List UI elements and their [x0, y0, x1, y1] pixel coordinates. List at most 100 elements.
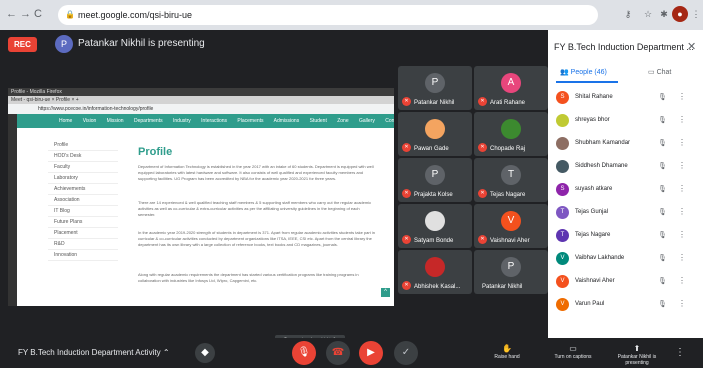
more-options-icon[interactable]: ⋮ [678, 138, 686, 147]
meeting-title: FY B.Tech Induction Department Activity [18, 348, 161, 357]
more-options-icon[interactable]: ⋮ [678, 253, 686, 262]
tab-chat[interactable]: ▭ Chat [648, 68, 671, 76]
list-item[interactable]: shreyas bhor 🎙 ⋮ [548, 112, 703, 132]
shared-menu-item: Placement [48, 228, 118, 239]
more-options-icon[interactable]: ⋮ [678, 161, 686, 170]
mic-off-icon: ✕ [402, 97, 411, 106]
presenting-button[interactable]: ⬆ Patankar Nikhil is presenting [612, 344, 662, 366]
participant-tile[interactable]: T ✕ Tejas Nagare [474, 158, 548, 202]
shield-icon[interactable]: ◆ [195, 343, 215, 363]
avatar: P [425, 165, 445, 185]
more-options-icon[interactable]: ⋮ [678, 115, 686, 124]
tab-people[interactable]: 👥 People (46) [560, 68, 607, 76]
list-item[interactable]: Shubham Kamandar 🎙 ⋮ [548, 135, 703, 155]
avatar: P [425, 73, 445, 93]
participant-tile[interactable]: A ✕ Arati Rahane [474, 66, 548, 110]
raise-hand-label: Raise hand [494, 354, 520, 360]
raise-hand-button[interactable]: ✋ Raise hand [482, 344, 532, 360]
hand-icon: ✋ [502, 344, 512, 353]
more-options-icon[interactable]: ⋮ [678, 184, 686, 193]
mic-off-icon: 🎙 [658, 301, 667, 308]
captions-button[interactable]: ▭ Turn on captions [543, 344, 603, 360]
address-bar[interactable]: 🔒 meet.google.com/qsi-biru-ue [58, 5, 598, 25]
list-item[interactable]: T Tejas Nagare 🎙 ⋮ [548, 227, 703, 247]
more-options-icon[interactable]: ⋮ [678, 230, 686, 239]
camera-off-button[interactable]: ▶ [359, 341, 383, 365]
person-name: suyash atkare [575, 186, 613, 192]
leave-call-button[interactable]: ☎ [326, 341, 350, 365]
shared-browser-tabs: Meet - qsi-biru-ue × Profile × + [8, 96, 394, 104]
avatar [556, 114, 569, 127]
mic-off-icon: 🎙 [658, 232, 667, 239]
checkmark-icon[interactable]: ✓ [394, 341, 418, 365]
person-name: Siddhesh Dhamane [575, 163, 628, 169]
shared-menu-item: Achievements [48, 184, 118, 195]
list-item[interactable]: Siddhesh Dhamane 🎙 ⋮ [548, 158, 703, 178]
mic-off-icon: 🎙 [658, 94, 667, 101]
person-name: Tejas Nagare [575, 232, 611, 238]
mic-off-icon: 🎙 [658, 163, 667, 170]
participant-tile[interactable]: P Patankar Nikhil [474, 250, 548, 294]
participant-name: Abhishek Kasal... [414, 284, 461, 290]
person-name: Vaibhav Lakhande [575, 255, 625, 261]
person-name: Shubham Kamandar [575, 140, 631, 146]
avatar: V [501, 211, 521, 231]
list-item[interactable]: V Varun Paul 🎙 ⋮ [548, 296, 703, 316]
active-tab-indicator [556, 81, 618, 83]
participant-tile[interactable]: P ✕ Patankar Nikhil [398, 66, 472, 110]
person-name: Varun Paul [575, 301, 605, 307]
avatar: T [556, 229, 569, 242]
mic-off-button[interactable]: 🎙 [292, 341, 316, 365]
participant-name: Satyam Bonde [414, 238, 454, 244]
person-name: shreyas bhor [575, 117, 610, 123]
mic-off-icon: ✕ [402, 281, 411, 290]
back-icon[interactable]: ← [6, 8, 17, 20]
mic-off-icon: 🎙 [658, 255, 667, 262]
more-options-icon[interactable]: ⋮ [665, 347, 695, 358]
list-item[interactable]: V Vaibhav Lakhande 🎙 ⋮ [548, 250, 703, 270]
participant-tile[interactable]: ✕ Pawan Gade [398, 112, 472, 156]
shared-address-bar: https://www.pcecoe.in/information-techno… [8, 104, 394, 114]
list-item[interactable]: S suyash atkare 🎙 ⋮ [548, 181, 703, 201]
tab-people-label: People (46) [570, 69, 607, 76]
key-icon[interactable]: ⚷ [620, 6, 636, 22]
list-item[interactable]: S Shital Rahane 🎙 ⋮ [548, 89, 703, 109]
participant-name: Arati Rahane [490, 100, 526, 106]
participant-tile[interactable]: ✕ Chopade Raj [474, 112, 548, 156]
person-name: Tejas Gunjal [575, 209, 609, 215]
close-icon[interactable]: ✕ [687, 40, 696, 53]
participant-tile[interactable]: V ✕ Vaishnavi Aher [474, 204, 548, 248]
shared-menu-item: Laboratory [48, 173, 118, 184]
more-options-icon[interactable]: ⋮ [678, 276, 686, 285]
mic-off-icon: 🎙 [658, 278, 667, 285]
star-icon[interactable]: ☆ [640, 6, 656, 22]
reload-icon[interactable]: C [34, 8, 42, 20]
shared-menu-item: Future Plans [48, 217, 118, 228]
person-name: Shital Rahane [575, 94, 613, 100]
mic-off-icon: 🎙 [658, 186, 667, 193]
more-options-icon[interactable]: ⋮ [678, 299, 686, 308]
meeting-bottom-bar: FY B.Tech Induction Department Activity … [0, 338, 703, 368]
avatar [556, 137, 569, 150]
more-options-icon[interactable]: ⋮ [678, 92, 686, 101]
participant-tile[interactable]: ✕ Abhishek Kasal... [398, 250, 472, 294]
menu-icon[interactable]: ⋮ [688, 6, 703, 22]
extensions-icon[interactable]: ✱ [656, 6, 672, 22]
avatar-photo [501, 119, 521, 139]
mic-off-icon: ✕ [402, 143, 411, 152]
participant-name: Prajakta Kolse [414, 192, 453, 198]
presenting-label: Patankar Nikhil is presenting [617, 354, 657, 366]
meeting-details-button[interactable]: FY B.Tech Induction Department Activity … [18, 348, 170, 357]
forward-icon[interactable]: → [20, 8, 31, 20]
list-item[interactable]: V Vaishnavi Aher 🎙 ⋮ [548, 273, 703, 293]
participant-name: Chopade Raj [490, 146, 526, 152]
mic-off-icon: ✕ [402, 235, 411, 244]
shared-menu-item: Innovation [48, 250, 118, 261]
list-item[interactable]: T Tejas Gunjal 🎙 ⋮ [548, 204, 703, 224]
presenter-avatar: P [55, 35, 73, 53]
more-options-icon[interactable]: ⋮ [678, 207, 686, 216]
participant-tile[interactable]: P ✕ Prajakta Kolse [398, 158, 472, 202]
recording-badge: REC [8, 37, 37, 52]
profile-avatar[interactable]: ● [672, 6, 688, 22]
participant-tile[interactable]: ✕ Satyam Bonde [398, 204, 472, 248]
